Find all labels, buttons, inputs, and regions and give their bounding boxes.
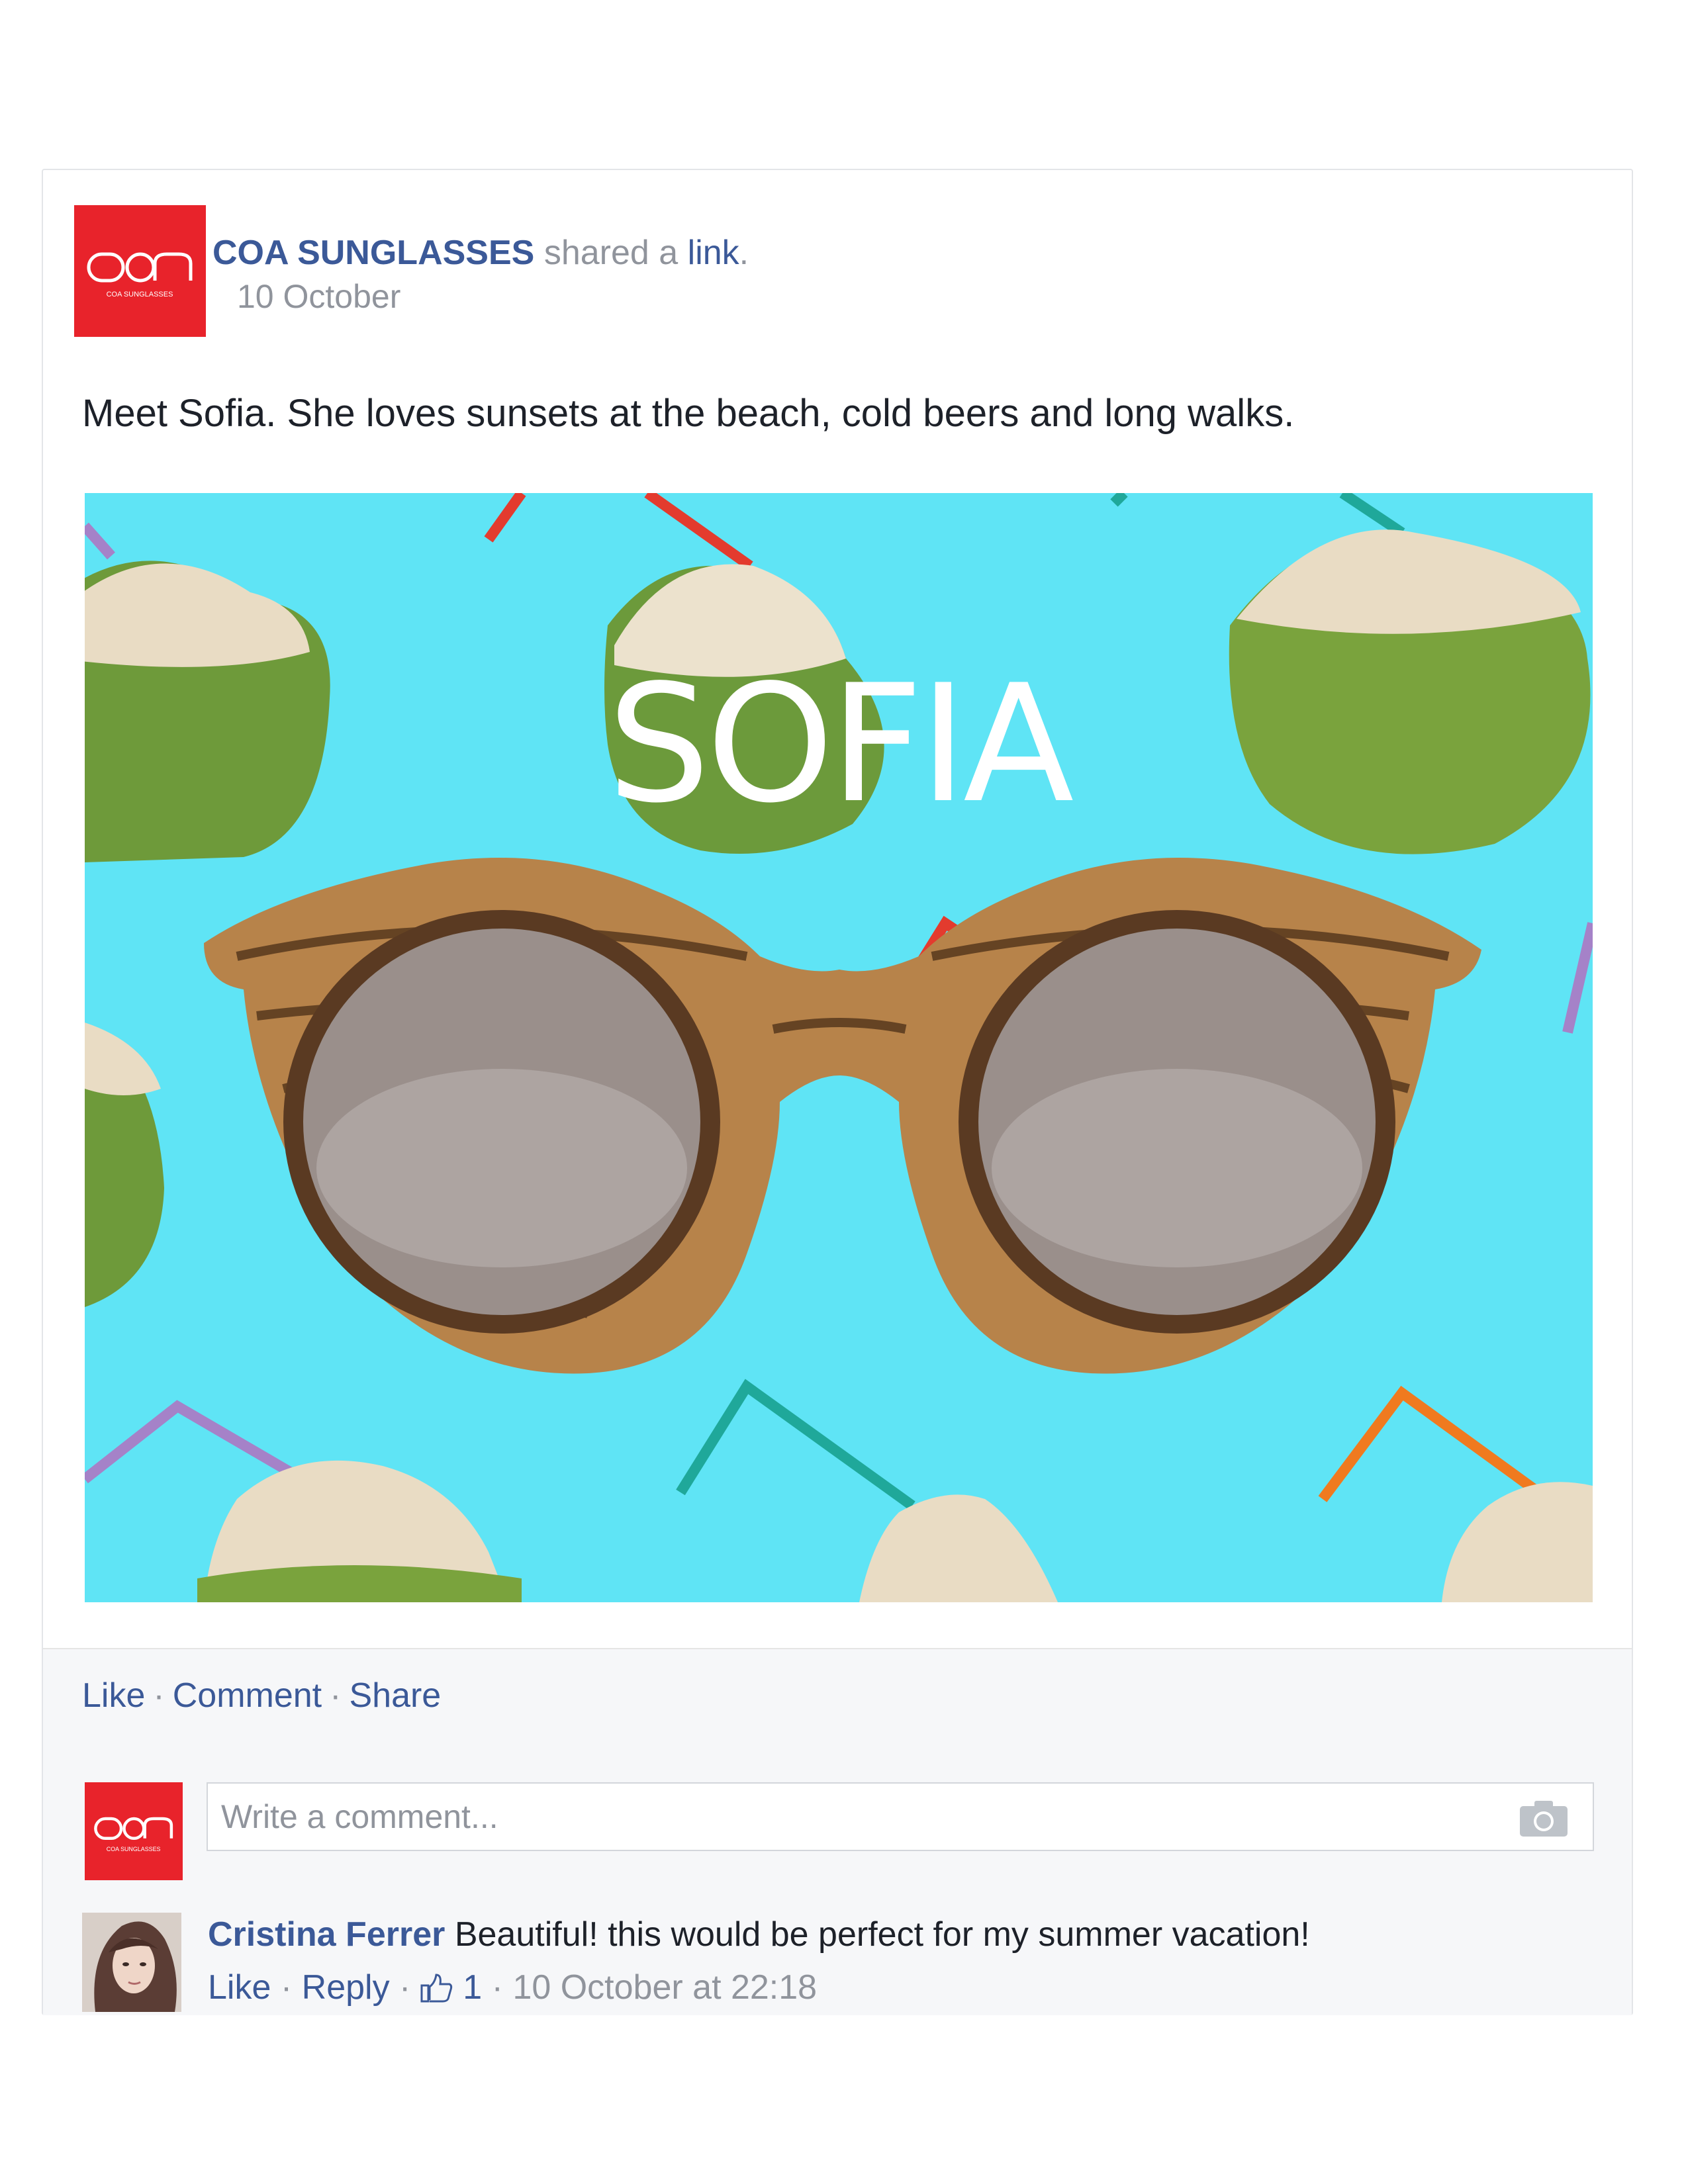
comment-placeholder: Write a comment...	[221, 1798, 498, 1835]
shared-link[interactable]: link	[688, 234, 739, 272]
comment-timestamp[interactable]: 10 October at 22:18	[512, 1968, 817, 2007]
action-separator: ·	[330, 1676, 342, 1715]
thumbs-up-icon	[420, 1974, 452, 2003]
user-photo	[82, 1913, 181, 2012]
share-button[interactable]: Share	[349, 1676, 441, 1715]
comment-text: Beautiful! this would be perfect for my …	[454, 1915, 1310, 1954]
user-avatar[interactable]	[82, 1913, 181, 2012]
comment-author-link[interactable]: Cristina Ferrer	[208, 1915, 445, 1954]
post-actions: Like · Comment · Share	[82, 1674, 441, 1717]
post-image[interactable]: SOFIA	[85, 493, 1593, 1602]
shared-text: shared a	[543, 234, 679, 272]
comment-input[interactable]: Write a comment...	[207, 1782, 1594, 1851]
like-button[interactable]: Like	[82, 1676, 145, 1715]
meta-separator: ·	[399, 1968, 411, 2007]
commenter-avatar: COA SUNGLASSES	[85, 1782, 183, 1880]
camera-icon[interactable]	[1519, 1798, 1569, 1838]
header-period: .	[739, 234, 749, 272]
svg-text:COA SUNGLASSES: COA SUNGLASSES	[107, 1846, 161, 1852]
svg-text:COA SUNGLASSES: COA SUNGLASSES	[107, 291, 173, 298]
comment-like-count[interactable]: 1	[463, 1968, 482, 2007]
meta-separator: ·	[491, 1968, 503, 2007]
post-timestamp[interactable]: 10 October	[237, 277, 400, 316]
post-message: Meet Sofia. She loves sunsets at the bea…	[82, 392, 1295, 435]
page-name-link[interactable]: COA SUNGLASSES	[212, 234, 534, 272]
comment-like-button[interactable]: Like	[208, 1968, 271, 2007]
page-avatar[interactable]: COA SUNGLASSES	[74, 205, 206, 337]
coa-logo-icon: COA SUNGLASSES	[94, 1817, 173, 1852]
action-separator: ·	[153, 1676, 165, 1715]
comment-meta: Like · Reply · 1 · 10 October at 22:18	[208, 1966, 817, 2009]
comment-body: Cristina Ferrer Beautiful! this would be…	[208, 1913, 1310, 1956]
coa-logo-icon: COA SUNGLASSES	[87, 252, 193, 298]
post-header: COA SUNGLASSES shared a link.	[212, 232, 749, 274]
comment-reply-button[interactable]: Reply	[302, 1968, 390, 2007]
meta-separator: ·	[280, 1968, 293, 2007]
comment-button[interactable]: Comment	[173, 1676, 322, 1715]
image-title-sofia: SOFIA	[607, 650, 1074, 839]
